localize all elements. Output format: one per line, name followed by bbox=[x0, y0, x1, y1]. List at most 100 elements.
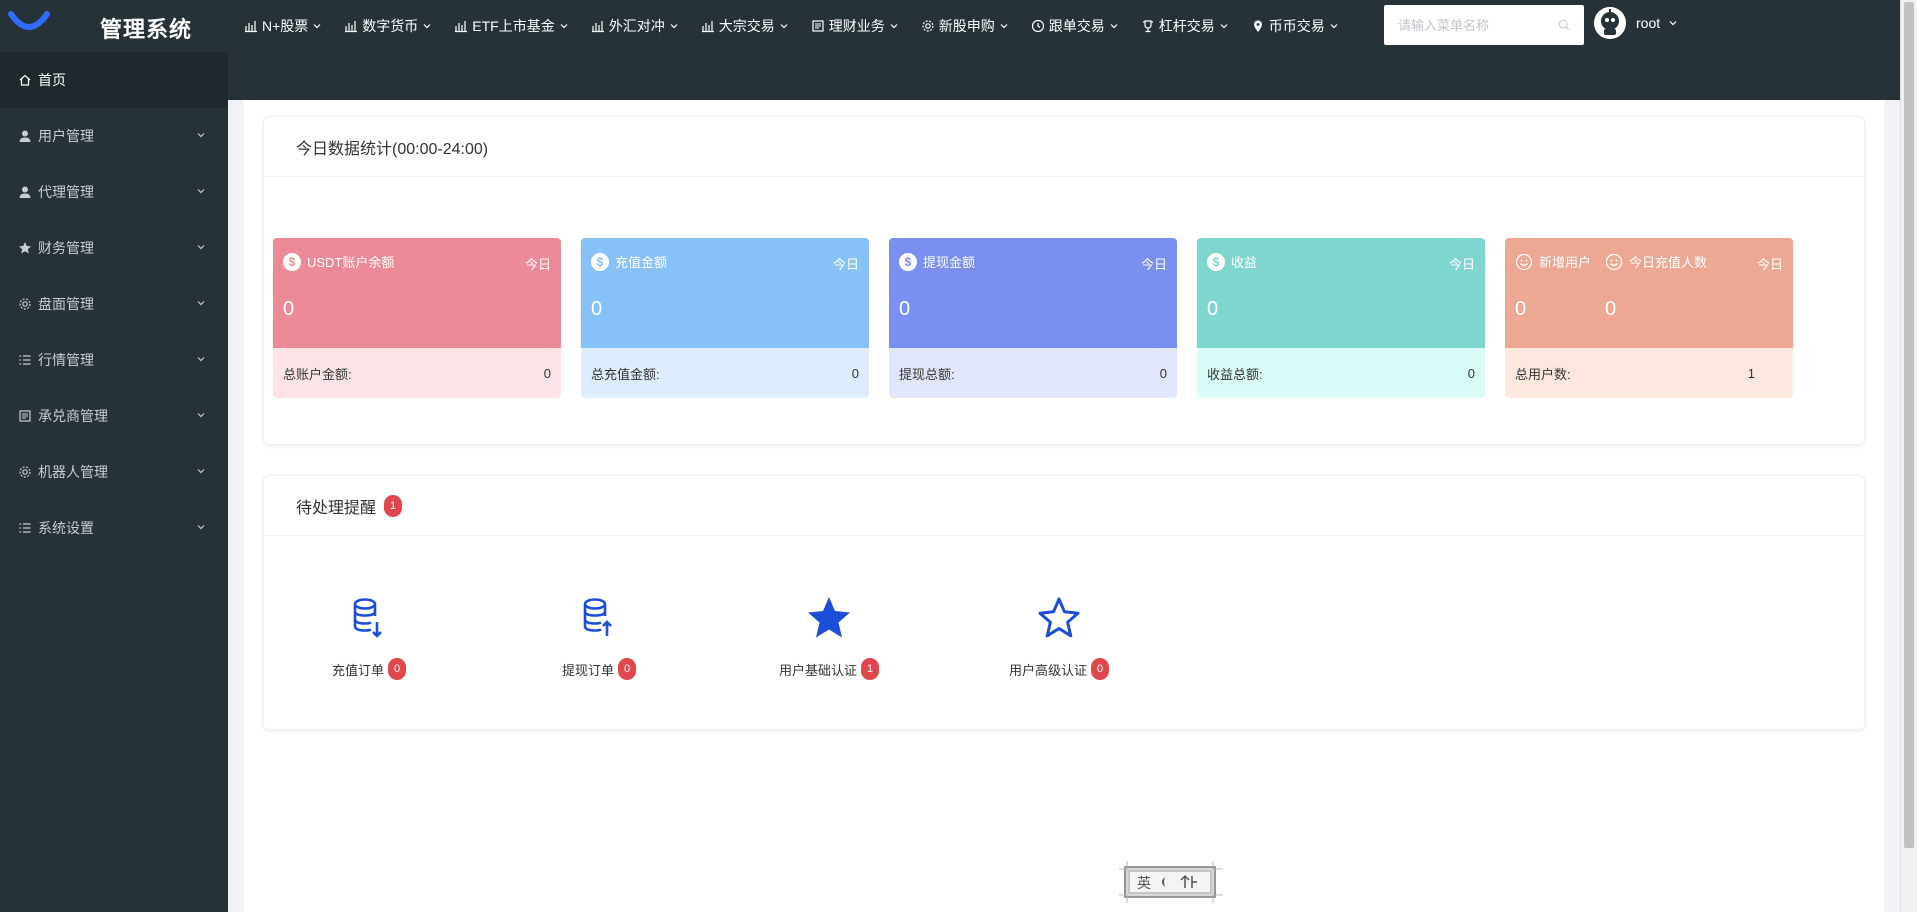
page-scrollbar[interactable] bbox=[1900, 0, 1917, 912]
nav-item-label: 数字货币 bbox=[362, 18, 419, 34]
sidebar-item-agents[interactable]: 代理管理 bbox=[0, 164, 228, 220]
app-title: 管理系统 bbox=[100, 17, 193, 42]
nav-item-label: N+股票 bbox=[262, 18, 309, 34]
nav-item-crypto[interactable]: 数字货币 bbox=[344, 0, 432, 52]
pending-reminders-card: 待处理提醒 1 充值订单 0 提现订单 0 用户基础认证 1 用户高级认证 0 bbox=[263, 475, 1865, 730]
nav-item-ipo[interactable]: 新股申购 bbox=[921, 0, 1009, 52]
dollar-coin-icon: $ bbox=[899, 252, 917, 271]
home-icon bbox=[19, 74, 31, 86]
sidebar-item-finance[interactable]: 财务管理 bbox=[0, 220, 228, 276]
top-nav: N+股票 数字货币 ETF上市基金 外汇对冲 大宗交易 理财业务 新股申购 跟单… bbox=[244, 0, 1361, 52]
todo-advanced-verification[interactable]: 用户高级认证 0 bbox=[984, 594, 1134, 680]
nav-item-label: 外汇对冲 bbox=[608, 18, 665, 34]
sidebar-item-home[interactable]: 首页 bbox=[0, 52, 228, 108]
stat-footer-label: 总充值金额: bbox=[591, 366, 660, 382]
todo-deposit-orders[interactable]: 充值订单 0 bbox=[304, 594, 434, 680]
menu-search-input[interactable] bbox=[1398, 17, 1558, 33]
user-name: root bbox=[1636, 15, 1661, 31]
chevron-down-icon bbox=[423, 24, 431, 29]
todo-label: 用户基础认证 bbox=[778, 662, 857, 678]
stat-title-label: 今日充值人数 bbox=[1629, 255, 1708, 270]
todo-basic-verification[interactable]: 用户基础认证 1 bbox=[754, 594, 904, 680]
stat-card-deposit: $ 充值金额 今日 0 总充值金额: 0 bbox=[581, 238, 869, 398]
menu-search-box[interactable] bbox=[1384, 5, 1584, 45]
sidebar-item-acceptors[interactable]: 承兑商管理 bbox=[0, 388, 228, 444]
sidebar-item-users[interactable]: 用户管理 bbox=[0, 108, 228, 164]
chevron-down-icon bbox=[197, 133, 205, 138]
chevron-down-icon bbox=[197, 245, 205, 250]
todo-withdraw-orders[interactable]: 提现订单 0 bbox=[534, 594, 664, 680]
top-bar: 管理系统 N+股票 数字货币 ETF上市基金 外汇对冲 大宗交易 理财业务 新股… bbox=[0, 0, 1917, 100]
list-icon bbox=[19, 355, 31, 365]
user-icon bbox=[19, 130, 31, 142]
stat-title: $ 收益 bbox=[1207, 252, 1257, 271]
dollar-coin-icon: $ bbox=[591, 252, 609, 271]
scrollbar-thumb[interactable] bbox=[1904, 2, 1914, 848]
stat-footer-value: 1 bbox=[1747, 365, 1755, 381]
sidebar-item-robots[interactable]: 机器人管理 bbox=[0, 444, 228, 500]
gear-icon bbox=[19, 298, 31, 310]
nav-item-block-trade[interactable]: 大宗交易 bbox=[701, 0, 789, 52]
stat-value: 0 bbox=[283, 298, 295, 320]
pending-count-badge: 1 bbox=[384, 494, 403, 517]
stat-card-footer: 总账户金额: 0 bbox=[273, 348, 561, 398]
nav-item-forex[interactable]: 外汇对冲 bbox=[591, 0, 679, 52]
logo[interactable]: 管理系统 bbox=[0, 0, 228, 52]
nav-item-label: 跟单交易 bbox=[1048, 18, 1105, 34]
nav-item-label: ETF上市基金 bbox=[472, 18, 555, 34]
sidebar-item-quotes[interactable]: 行情管理 bbox=[0, 332, 228, 388]
main-content: 今日数据统计(00:00-24:00) $ USDT账户余额 今日 0 总账户金… bbox=[244, 100, 1884, 912]
stat-value: 0 bbox=[1207, 298, 1219, 320]
stat-title-label: 提现金额 bbox=[923, 255, 976, 270]
todo-count-badge: 0 bbox=[618, 658, 636, 680]
sidebar-item-label: 首页 bbox=[38, 72, 66, 88]
robot-avatar-icon bbox=[1594, 7, 1626, 39]
input-method-toolbar-icon[interactable]: 英 bbox=[1119, 861, 1223, 903]
stat-tag: 今日 bbox=[1448, 257, 1475, 272]
stat-title: $ USDT账户余额 bbox=[283, 252, 394, 271]
sidebar-item-market-board[interactable]: 盘面管理 bbox=[0, 276, 228, 332]
bar-chart-icon bbox=[345, 21, 358, 33]
dollar-coin-icon: $ bbox=[283, 252, 301, 271]
today-stats-title: 今日数据统计(00:00-24:00) bbox=[264, 117, 1864, 177]
sidebar-item-label: 财务管理 bbox=[38, 240, 94, 256]
stat-tag: 今日 bbox=[1140, 257, 1167, 272]
bar-chart-icon bbox=[591, 21, 604, 33]
stat-footer-value: 0 bbox=[1467, 365, 1475, 381]
sidebar-item-label: 代理管理 bbox=[38, 184, 94, 200]
bar-chart-icon bbox=[245, 21, 257, 33]
logo-icon bbox=[8, 11, 50, 30]
stat-card-top: $ USDT账户余额 今日 0 bbox=[273, 238, 561, 348]
clock-icon bbox=[1031, 19, 1044, 33]
sidebar-item-settings[interactable]: 系统设置 bbox=[0, 500, 228, 556]
star-outline-icon bbox=[1038, 597, 1080, 638]
stat-footer-value: 0 bbox=[1159, 365, 1167, 381]
nav-item-wealth[interactable]: 理财业务 bbox=[811, 0, 899, 52]
chevron-down-icon bbox=[197, 469, 205, 474]
todo-count-badge: 0 bbox=[1091, 658, 1109, 680]
chevron-down-icon bbox=[197, 413, 205, 418]
today-stats-card: 今日数据统计(00:00-24:00) $ USDT账户余额 今日 0 总账户金… bbox=[263, 116, 1865, 445]
stat-card-new-users: 新增用户 今日充值人数 今日 0 0 总用户数: 1 bbox=[1505, 238, 1793, 398]
trophy-icon bbox=[1142, 20, 1153, 33]
nav-item-etf[interactable]: ETF上市基金 bbox=[454, 0, 568, 52]
chevron-down-icon bbox=[560, 24, 568, 29]
nav-item-leverage[interactable]: 杠杆交易 bbox=[1141, 0, 1229, 52]
chevron-down-icon bbox=[1330, 24, 1338, 29]
nav-item-spot[interactable]: 币币交易 bbox=[1251, 0, 1339, 52]
stat-card-usdt-balance: $ USDT账户余额 今日 0 总账户金额: 0 bbox=[273, 238, 561, 398]
user-menu[interactable]: root bbox=[1594, 6, 1678, 40]
stat-value-secondary: 0 bbox=[1605, 298, 1617, 320]
stat-value: 0 bbox=[1515, 298, 1527, 320]
nav-item-label: 理财业务 bbox=[828, 18, 885, 34]
todo-label-row: 用户高级认证 0 bbox=[984, 658, 1134, 680]
nav-item-copy-trade[interactable]: 跟单交易 bbox=[1031, 0, 1119, 52]
user-icon bbox=[19, 186, 31, 198]
stat-title-label: 充值金额 bbox=[615, 255, 668, 270]
chevron-down-icon bbox=[197, 525, 205, 530]
nav-item-stocks[interactable]: N+股票 bbox=[244, 0, 322, 52]
chevron-down-icon bbox=[313, 24, 321, 29]
stat-value: 0 bbox=[899, 298, 911, 320]
search-icon[interactable] bbox=[1558, 18, 1570, 32]
stat-card-top: $ 提现金额 今日 0 bbox=[889, 238, 1177, 348]
